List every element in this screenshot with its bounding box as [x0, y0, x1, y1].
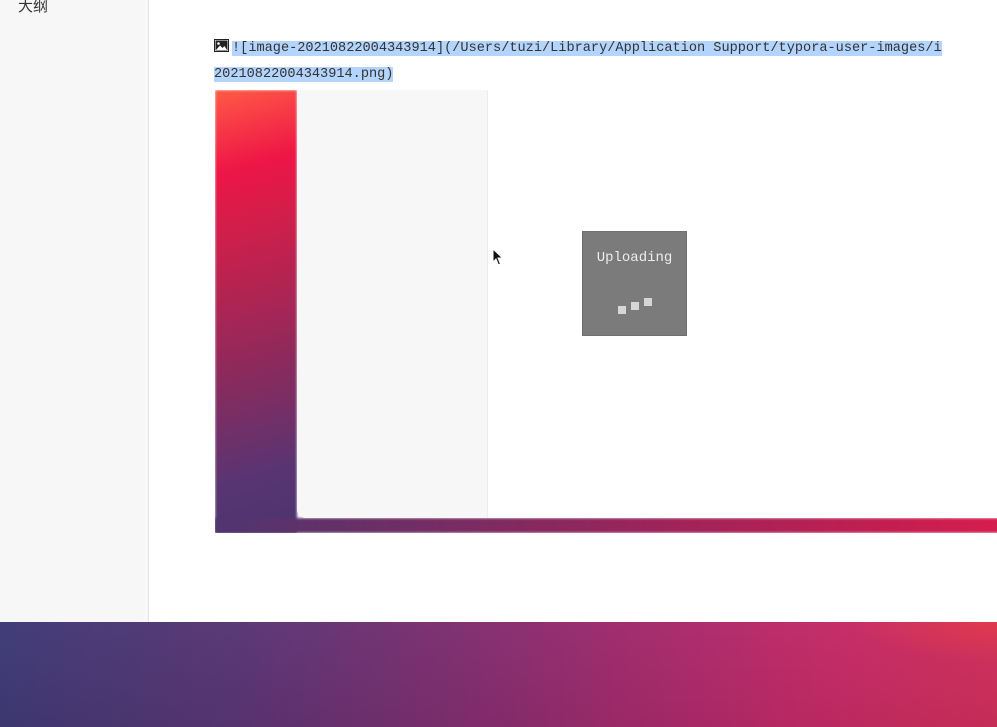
image-icon [214, 39, 229, 52]
loading-dot [631, 302, 639, 310]
markdown-line-2[interactable]: 20210822004343914.png) [214, 64, 394, 86]
wallpaper-glow [850, 622, 997, 662]
loading-dot [644, 298, 652, 306]
uploading-overlay: Uploading [582, 231, 687, 336]
wallpaper-gradient-left [215, 90, 297, 533]
wallpaper-gradient-bottom [215, 518, 997, 533]
uploading-label: Uploading [596, 250, 673, 266]
mouse-pointer-icon [492, 248, 504, 266]
screenshot-sidebar [297, 90, 488, 518]
app-window: 大纲 ![image-20210822004343914](/Users/tuz… [0, 0, 997, 727]
outline-label[interactable]: 大纲 [18, 0, 48, 16]
markdown-image-source-text-continued[interactable]: 20210822004343914.png) [214, 67, 394, 82]
loading-dot [618, 306, 626, 314]
desktop-wallpaper [0, 622, 997, 727]
markdown-line-1[interactable]: ![image-20210822004343914](/Users/tuzi/L… [214, 38, 942, 60]
markdown-image-source-text[interactable]: ![image-20210822004343914](/Users/tuzi/L… [232, 41, 942, 56]
editor-area[interactable]: ![image-20210822004343914](/Users/tuzi/L… [149, 0, 997, 622]
outline-sidebar: 大纲 [0, 0, 149, 622]
